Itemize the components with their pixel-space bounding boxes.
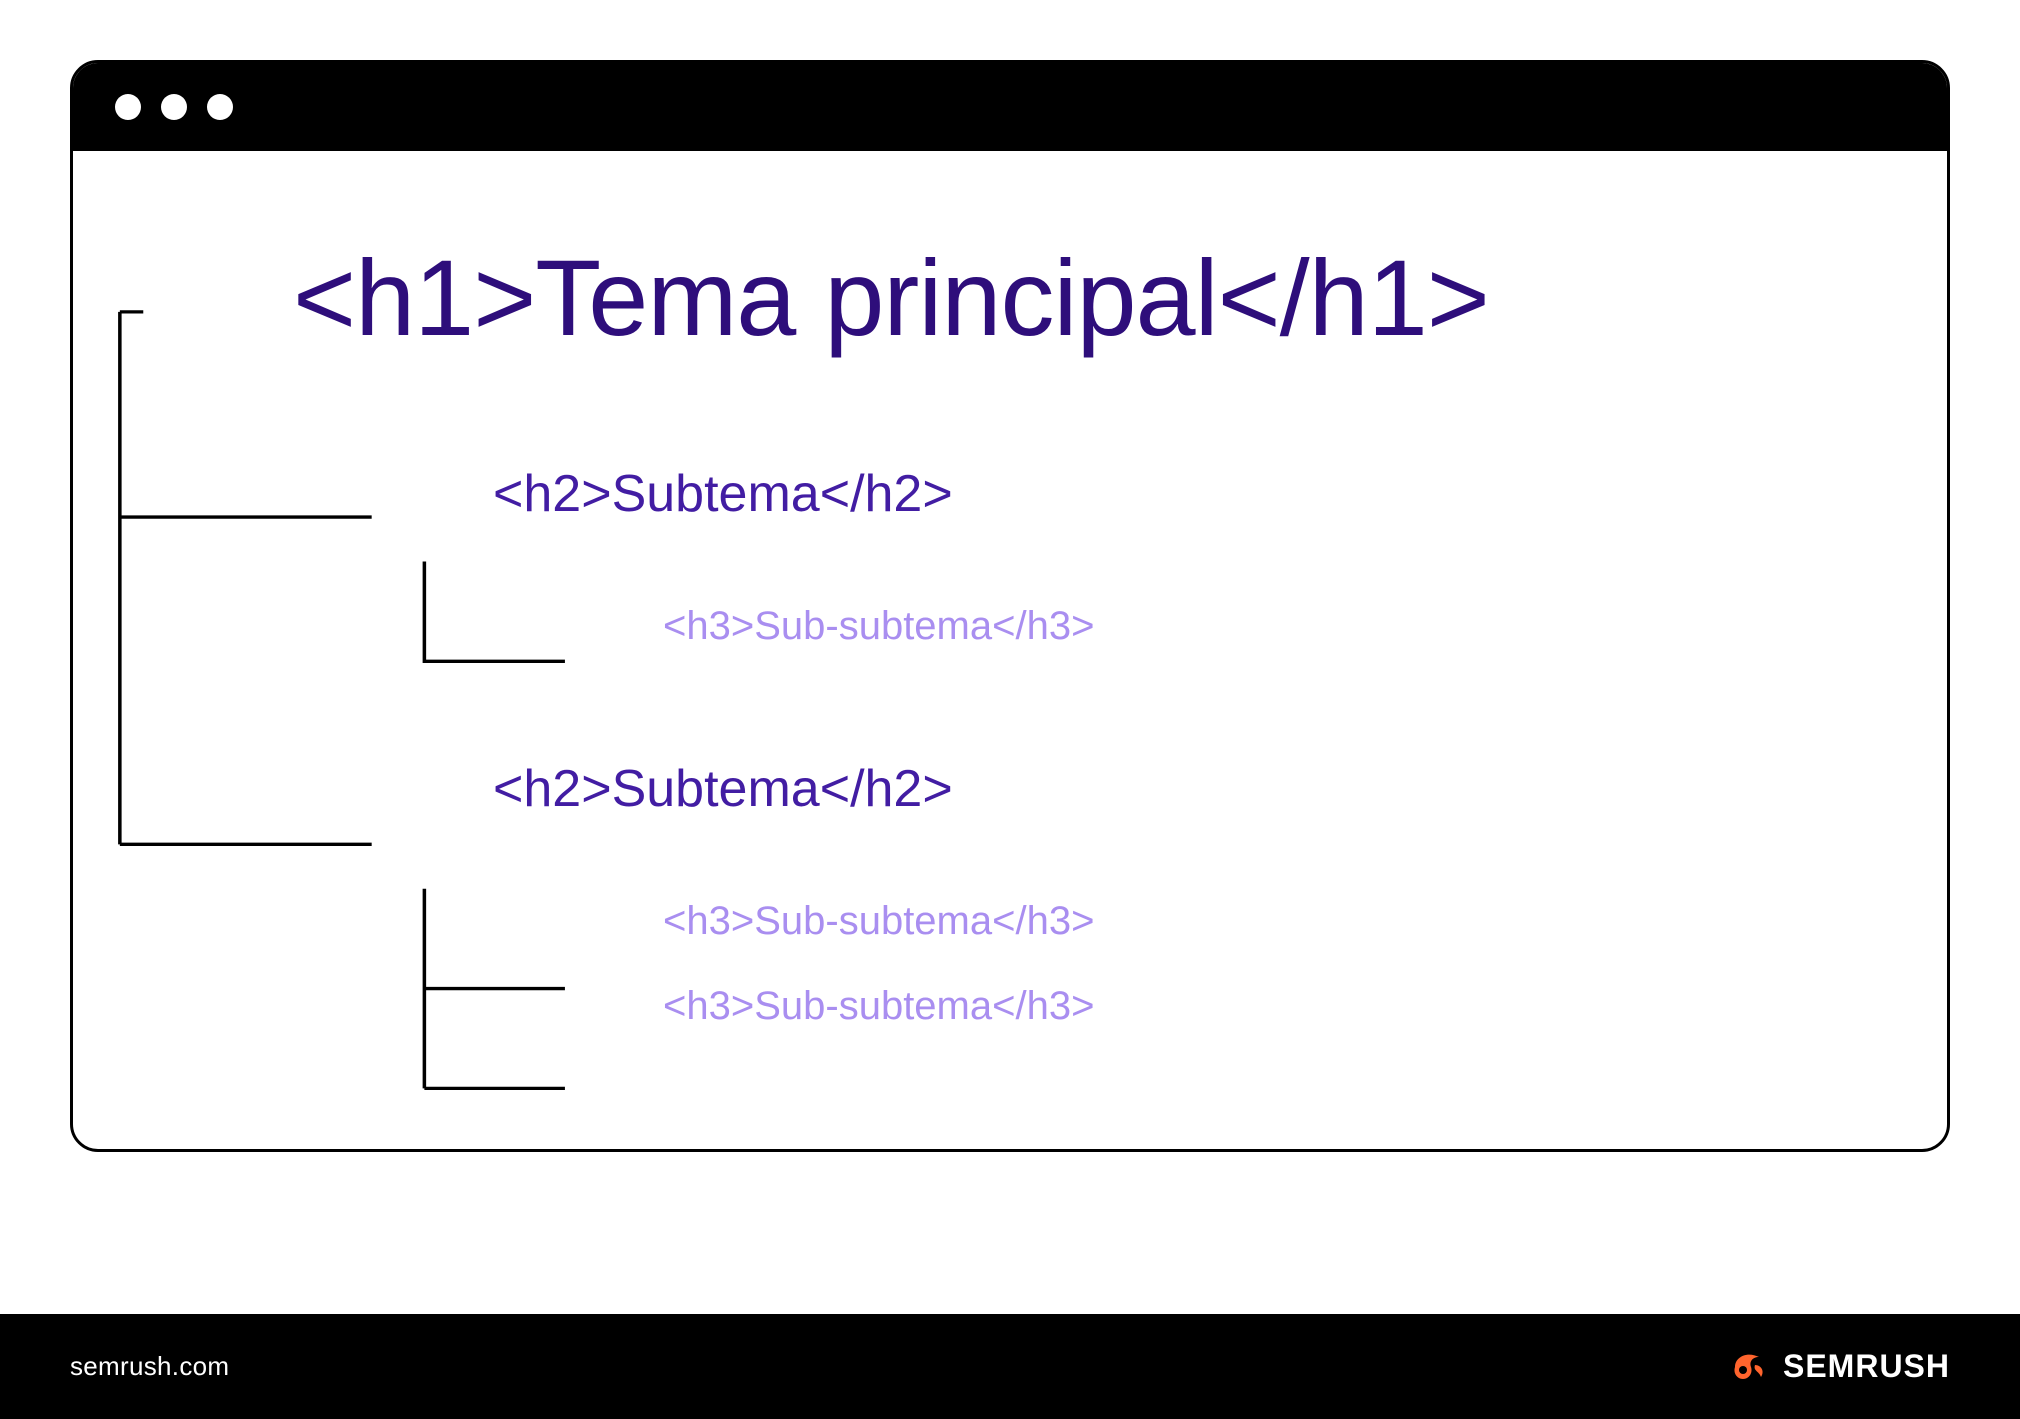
heading-h2-row: <h2>Subtema</h2> [233,464,1857,524]
window-dot-icon [161,94,187,120]
footer-bar: semrush.com SEMRUSH [0,1314,2020,1419]
heading-h3: <h3>Sub-subtema</h3> [663,984,1857,1029]
heading-h3: <h3>Sub-subtema</h3> [663,899,1857,944]
window-dot-icon [207,94,233,120]
semrush-flame-icon [1729,1347,1769,1387]
heading-h1: <h1>Tema principal</h1> [293,241,1857,354]
heading-h2: <h2>Subtema</h2> [493,759,1857,819]
canvas: <h1>Tema principal</h1> <h2>Subtema</h2>… [0,0,2020,1314]
footer-url: semrush.com [70,1351,229,1382]
heading-h2-row: <h2>Subtema</h2> [233,759,1857,819]
heading-h2: <h2>Subtema</h2> [493,464,1857,524]
brand-name: SEMRUSH [1783,1348,1950,1385]
window-titlebar [73,63,1947,151]
heading-h3-row: <h3>Sub-subtema</h3> [233,984,1857,1029]
heading-h3: <h3>Sub-subtema</h3> [663,604,1857,649]
heading-h3-row: <h3>Sub-subtema</h3> [233,899,1857,944]
brand-logo: SEMRUSH [1729,1347,1950,1387]
heading-h3-row: <h3>Sub-subtema</h3> [233,604,1857,649]
window-dot-icon [115,94,141,120]
browser-window: <h1>Tema principal</h1> <h2>Subtema</h2>… [70,60,1950,1152]
diagram-content: <h1>Tema principal</h1> <h2>Subtema</h2>… [73,151,1947,1149]
heading-h1-row: <h1>Tema principal</h1> [233,241,1857,354]
